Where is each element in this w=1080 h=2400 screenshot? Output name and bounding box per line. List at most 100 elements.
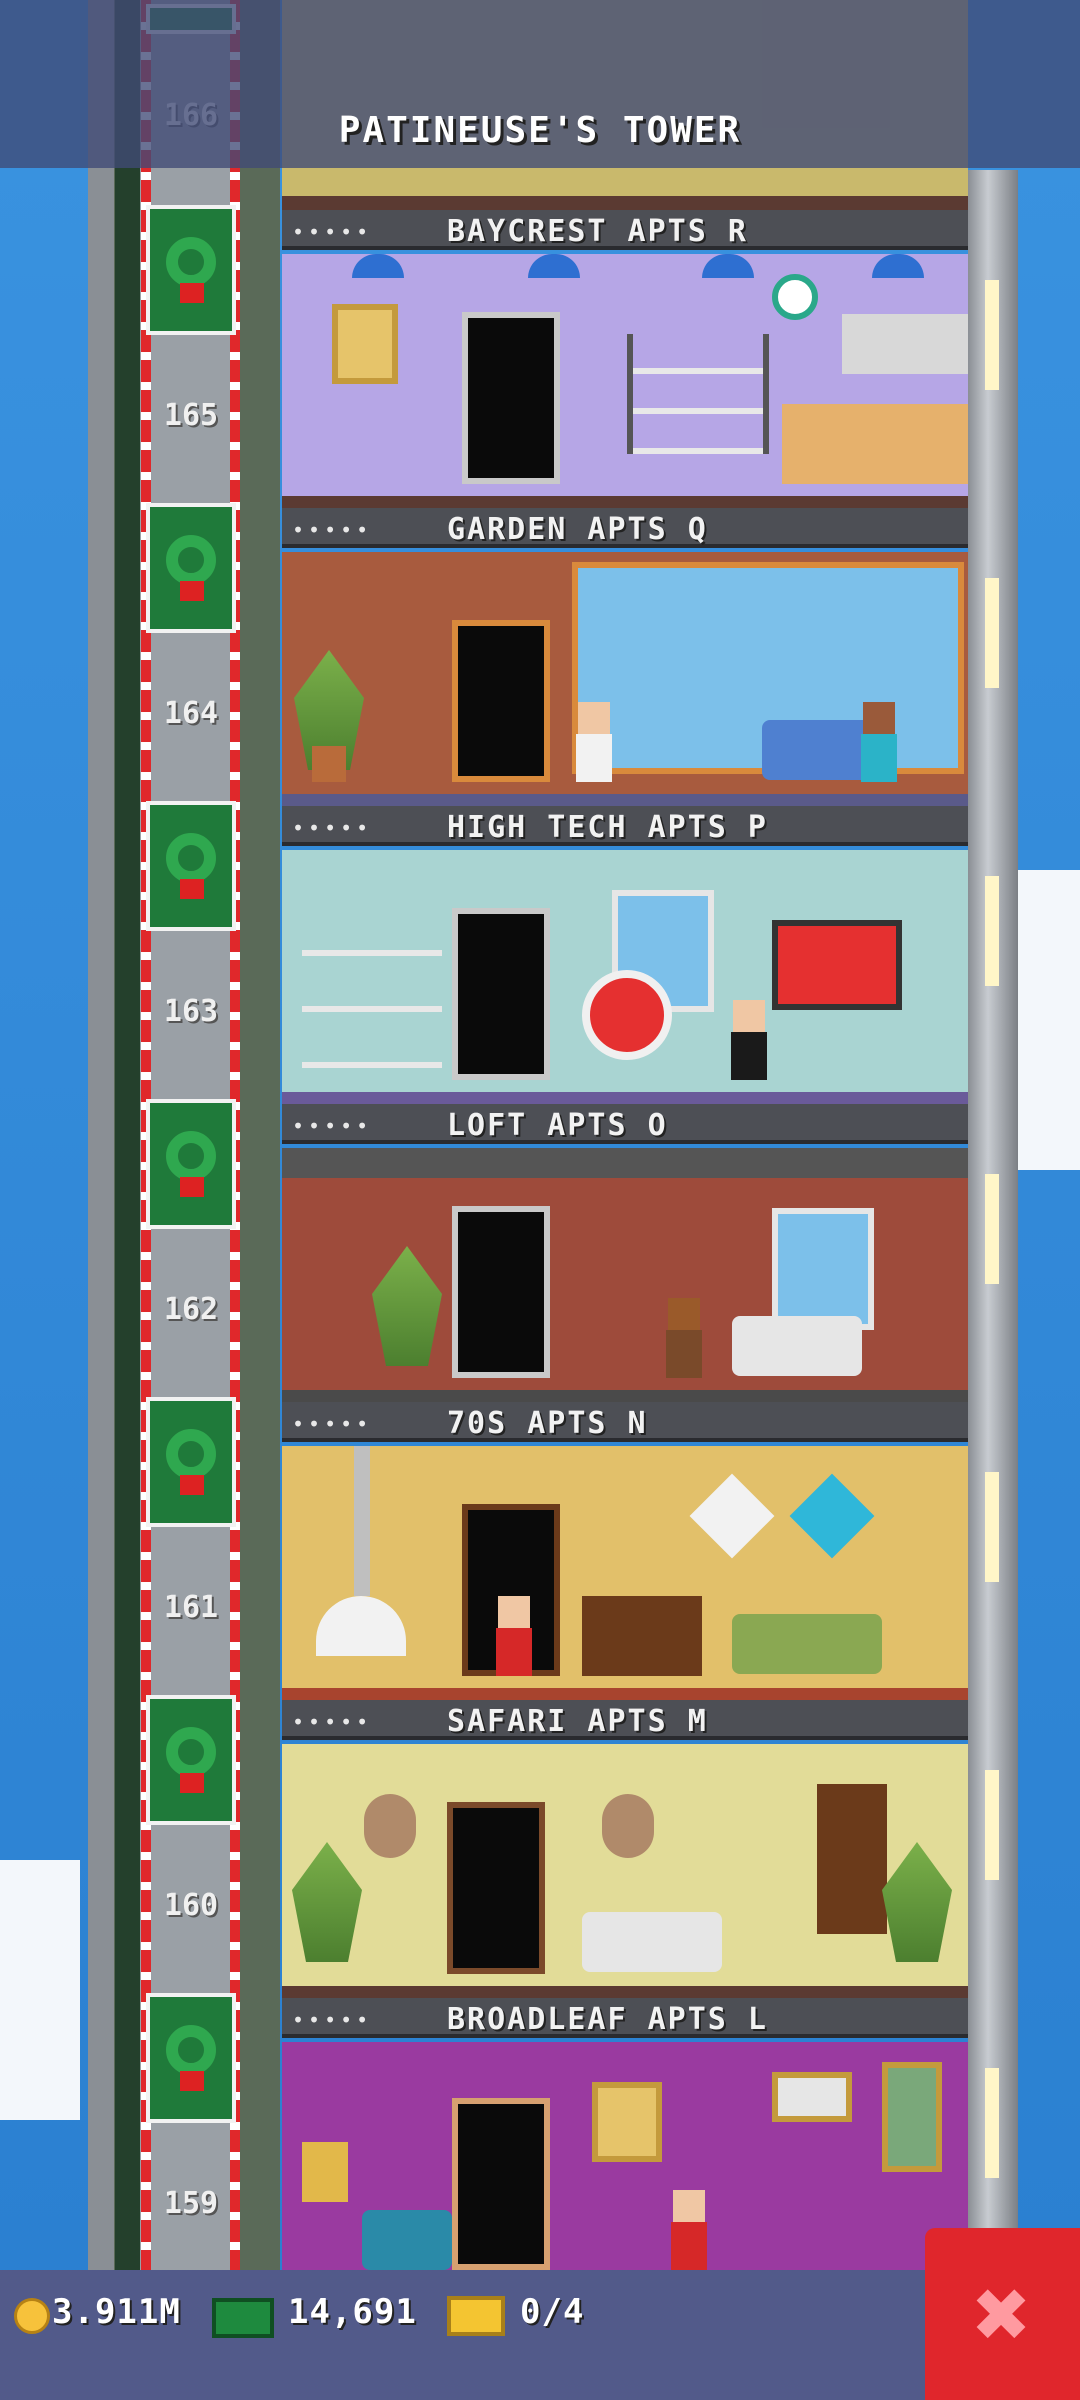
floor-header: ••••• BROADLEAF APTS L bbox=[282, 1998, 968, 2038]
floor-name: BROADLEAF APTS L bbox=[447, 2002, 768, 2037]
bux-value: 14,691 bbox=[288, 2292, 417, 2332]
floor-name: GARDEN APTS Q bbox=[447, 512, 708, 547]
room-interior bbox=[282, 1446, 968, 1688]
floor-base bbox=[282, 1688, 968, 1700]
door[interactable] bbox=[452, 2098, 550, 2270]
ticket-icon bbox=[447, 2296, 505, 2336]
star-rating: ••••• bbox=[292, 2008, 373, 2032]
floor-high-tech[interactable]: ••••• HIGH TECH APTS P bbox=[282, 806, 968, 1104]
shutter-icon bbox=[817, 1784, 887, 1934]
door[interactable] bbox=[462, 312, 560, 484]
floor-base bbox=[282, 496, 968, 508]
elevator-car[interactable] bbox=[146, 1695, 236, 1825]
retro-tv-icon bbox=[582, 1596, 702, 1676]
bow-icon bbox=[180, 1475, 204, 1495]
wall-light bbox=[985, 280, 999, 390]
floor-base bbox=[282, 1092, 968, 1104]
floor-baycrest[interactable]: ••••• BAYCREST APTS R bbox=[282, 210, 968, 508]
door[interactable] bbox=[447, 1802, 545, 1974]
floor-number: 159 bbox=[163, 2186, 219, 2221]
sofa-icon bbox=[732, 1614, 882, 1674]
clock-icon bbox=[772, 274, 818, 320]
shaft-rail bbox=[115, 0, 140, 2270]
door[interactable] bbox=[452, 620, 550, 782]
elevator-car[interactable] bbox=[146, 1993, 236, 2123]
floor-name: BAYCREST APTS R bbox=[447, 214, 748, 249]
room-interior bbox=[282, 1744, 968, 1986]
room-interior bbox=[282, 2042, 968, 2270]
star-rating: ••••• bbox=[292, 518, 373, 542]
tenant-character[interactable] bbox=[727, 1000, 771, 1080]
floor-header: ••••• GARDEN APTS Q bbox=[282, 508, 968, 548]
bux-icon bbox=[212, 2298, 274, 2338]
mask-icon bbox=[602, 1794, 654, 1858]
wall-light bbox=[985, 1770, 999, 1880]
plant-icon bbox=[882, 1842, 952, 1962]
star-rating: ••••• bbox=[292, 816, 373, 840]
room-interior bbox=[282, 254, 968, 496]
shelf-icon bbox=[627, 334, 769, 454]
bow-icon bbox=[180, 879, 204, 899]
shaft-frame bbox=[88, 0, 114, 2270]
ceiling-lamp-icon bbox=[528, 254, 580, 278]
wall-light bbox=[985, 1174, 999, 1284]
plant-icon bbox=[292, 1842, 362, 1962]
wall-light bbox=[985, 876, 999, 986]
sofa-icon bbox=[582, 1912, 722, 1972]
elevator-car[interactable] bbox=[146, 1099, 236, 1229]
wreath-icon bbox=[166, 2025, 216, 2075]
floor-70s[interactable]: ••••• 70S APTS N bbox=[282, 1402, 968, 1700]
character-body bbox=[861, 734, 897, 782]
elevator-car[interactable] bbox=[146, 801, 236, 931]
elevator-car[interactable] bbox=[146, 1397, 236, 1527]
character-head bbox=[668, 1298, 700, 1330]
ceiling-lamp-icon bbox=[872, 254, 924, 278]
elevator-car[interactable] bbox=[146, 503, 236, 633]
star-rating: ••••• bbox=[292, 1710, 373, 1734]
tower-title: PATINEUSE'S TOWER bbox=[338, 110, 742, 151]
floor-garden[interactable]: ••••• GARDEN APTS Q bbox=[282, 508, 968, 806]
character-head bbox=[578, 702, 610, 734]
mask-icon bbox=[364, 1794, 416, 1858]
character-body bbox=[576, 734, 612, 782]
lamp-icon bbox=[302, 2142, 348, 2202]
floor-header: ••••• BAYCREST APTS R bbox=[282, 210, 968, 250]
floor-broadleaf[interactable]: ••••• BROADLEAF APTS L bbox=[282, 1998, 968, 2270]
tenant-character[interactable] bbox=[492, 1596, 536, 1676]
bow-icon bbox=[180, 1773, 204, 1793]
cabinet-icon bbox=[842, 314, 968, 374]
room-interior bbox=[282, 552, 968, 794]
tenant-character[interactable] bbox=[662, 1298, 706, 1378]
floor-base bbox=[282, 1986, 968, 1998]
wreath-icon bbox=[166, 1429, 216, 1479]
picture-frame-icon bbox=[772, 2072, 852, 2122]
wreath-icon bbox=[166, 1131, 216, 1181]
floor-number: 165 bbox=[163, 398, 219, 433]
sofa-icon bbox=[732, 1316, 862, 1376]
floor-loft[interactable]: ••••• LOFT APTS O bbox=[282, 1104, 968, 1402]
ceiling-lamp-icon bbox=[702, 254, 754, 278]
elevator-car[interactable] bbox=[146, 205, 236, 335]
floor-base bbox=[282, 196, 968, 210]
character-head bbox=[863, 702, 895, 734]
floor-number: 160 bbox=[163, 1888, 219, 1923]
coin-icon bbox=[14, 2298, 50, 2334]
star-rating: ••••• bbox=[292, 1412, 373, 1436]
tenant-character[interactable] bbox=[857, 702, 901, 782]
character-head bbox=[498, 1596, 530, 1628]
tickets-value: 0/4 bbox=[520, 2292, 585, 2332]
character-head bbox=[733, 1000, 765, 1032]
tenant-character[interactable] bbox=[667, 2190, 711, 2270]
close-button[interactable]: ✖ bbox=[925, 2228, 1080, 2400]
floor-safari[interactable]: ••••• SAFARI APTS M bbox=[282, 1700, 968, 1998]
bow-icon bbox=[180, 2071, 204, 2091]
floor-name: LOFT APTS O bbox=[447, 1108, 668, 1143]
wall-light bbox=[985, 1472, 999, 1582]
fireplace-icon bbox=[316, 1596, 406, 1656]
tenant-character[interactable] bbox=[572, 702, 616, 782]
bow-icon bbox=[180, 581, 204, 601]
door[interactable] bbox=[452, 1206, 550, 1378]
floor-number: 164 bbox=[163, 696, 219, 731]
window bbox=[772, 1208, 874, 1330]
door[interactable] bbox=[452, 908, 550, 1080]
